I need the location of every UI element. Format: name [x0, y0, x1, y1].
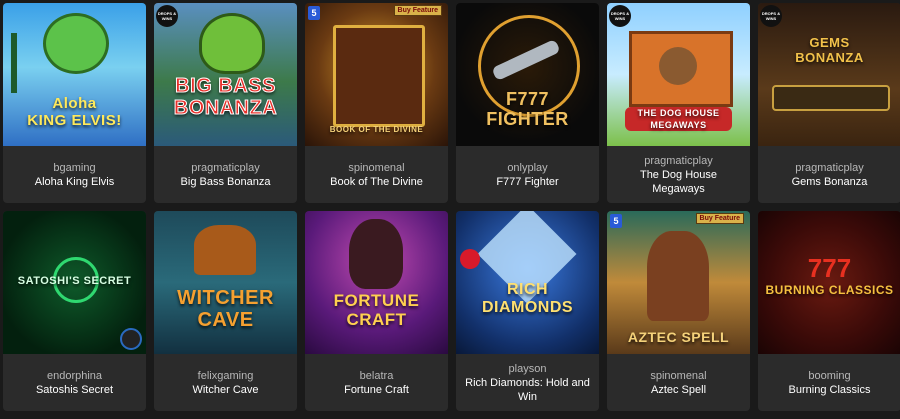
- game-card[interactable]: DROPS & WINS GEMS BONANZA pragmaticplay …: [758, 3, 900, 203]
- game-logo-art: AZTEC SPELL: [627, 329, 730, 345]
- game-name: Satoshis Secret: [35, 383, 114, 396]
- game-thumbnail[interactable]: Aloha KING ELVIS!: [3, 3, 146, 146]
- game-thumbnail[interactable]: RICH DIAMONDS: [456, 211, 599, 354]
- game-thumbnail[interactable]: 5 Buy Feature BOOK OF THE DIVINE: [305, 3, 448, 146]
- game-thumbnail[interactable]: 777 BURNING CLASSICS: [758, 211, 900, 354]
- game-info: bgaming Aloha King Elvis: [3, 146, 146, 203]
- game-info: pragmaticplay Big Bass Bonanza: [154, 146, 297, 203]
- game-info: pragmaticplay Gems Bonanza: [758, 146, 900, 203]
- game-name: Burning Classics: [788, 383, 871, 396]
- game-thumbnail[interactable]: WITCHER CAVE: [154, 211, 297, 354]
- game-name: Fortune Craft: [344, 383, 409, 396]
- book-icon: [333, 25, 425, 127]
- game-info: spinomenal Book of The Divine: [305, 146, 448, 203]
- drops-wins-badge: DROPS & WINS: [760, 5, 782, 27]
- game-thumbnail[interactable]: 5 Buy Feature AZTEC SPELL: [607, 211, 750, 354]
- game-logo-art: FORTUNE CRAFT: [333, 291, 420, 329]
- aztec-warrior-icon: [647, 231, 709, 321]
- game-thumbnail[interactable]: DROPS & WINS GEMS BONANZA: [758, 3, 900, 146]
- game-card[interactable]: SATOSHI'S SECRET endorphina Satoshis Sec…: [3, 211, 146, 411]
- game-info: endorphina Satoshis Secret: [3, 354, 146, 411]
- game-logo-art: WITCHER CAVE: [177, 287, 274, 331]
- game-name: Big Bass Bonanza: [180, 175, 271, 188]
- game-card[interactable]: 777 BURNING CLASSICS booming Burning Cla…: [758, 211, 900, 411]
- game-provider: felixgaming: [197, 369, 254, 382]
- game-card[interactable]: F777 FIGHTER onlyplay F777 Fighter: [456, 3, 599, 203]
- game-info: onlyplay F777 Fighter: [456, 146, 599, 203]
- game-info: pragmaticplay The Dog House Megaways: [607, 146, 750, 203]
- game-logo-art: BURNING CLASSICS: [765, 283, 894, 297]
- game-info: booming Burning Classics: [758, 354, 900, 411]
- game-provider: playson: [508, 362, 547, 375]
- game-name: The Dog House Megaways: [639, 168, 718, 195]
- game-name: Gems Bonanza: [791, 175, 868, 188]
- game-provider: booming: [808, 369, 851, 382]
- game-logo-art: SATOSHI'S SECRET: [17, 275, 132, 287]
- game-logo-art: THE DOG HOUSE MEGAWAYS: [625, 107, 732, 131]
- game-name: Aztec Spell: [650, 383, 707, 396]
- game-logo-art: F777 FIGHTER: [486, 89, 569, 129]
- game-card[interactable]: FORTUNE CRAFT belatra Fortune Craft: [305, 211, 448, 411]
- provider-logo-icon: [120, 328, 142, 350]
- game-provider: pragmaticplay: [795, 161, 864, 174]
- game-provider: pragmaticplay: [644, 154, 713, 167]
- game-provider: belatra: [359, 369, 394, 382]
- game-info: belatra Fortune Craft: [305, 354, 448, 411]
- game-provider: spinomenal: [348, 161, 405, 174]
- game-thumbnail[interactable]: F777 FIGHTER: [456, 3, 599, 146]
- game-card[interactable]: 5 Buy Feature BOOK OF THE DIVINE spinome…: [305, 3, 448, 203]
- frog-character-icon: [43, 13, 109, 74]
- game-card[interactable]: DROPS & WINS BIG BASS BONANZA pragmaticp…: [154, 3, 297, 203]
- game-provider: endorphina: [46, 369, 103, 382]
- game-logo-art: RICH DIAMONDS: [481, 281, 574, 316]
- provider-badge: 5: [308, 6, 320, 20]
- game-provider: onlyplay: [507, 161, 548, 174]
- dog-icon: [659, 47, 697, 85]
- game-thumbnail[interactable]: FORTUNE CRAFT: [305, 211, 448, 354]
- game-card[interactable]: DROPS & WINS THE DOG HOUSE MEGAWAYS prag…: [607, 3, 750, 203]
- game-thumbnail[interactable]: SATOSHI'S SECRET: [3, 211, 146, 354]
- game-thumbnail[interactable]: DROPS & WINS BIG BASS BONANZA: [154, 3, 297, 146]
- game-card[interactable]: WITCHER CAVE felixgaming Witcher Cave: [154, 211, 297, 411]
- drops-wins-badge: DROPS & WINS: [156, 5, 178, 27]
- game-name: Book of The Divine: [330, 175, 423, 188]
- horns-icon: [194, 225, 256, 275]
- game-logo-art: GEMS BONANZA: [795, 35, 864, 65]
- game-name: Witcher Cave: [192, 383, 259, 396]
- game-provider: pragmaticplay: [191, 161, 260, 174]
- provider-badge: 5: [610, 214, 622, 228]
- drops-wins-badge: DROPS & WINS: [609, 5, 631, 27]
- game-name: F777 Fighter: [496, 175, 559, 188]
- game-provider: bgaming: [53, 161, 96, 174]
- fish-character-icon: [199, 13, 265, 74]
- game-logo-art: BOOK OF THE DIVINE: [329, 125, 424, 134]
- game-card[interactable]: Aloha KING ELVIS! bgaming Aloha King Elv…: [3, 3, 146, 203]
- palm-icon: [11, 33, 17, 93]
- game-card[interactable]: RICH DIAMONDS playson Rich Diamonds: Hol…: [456, 211, 599, 411]
- sevens-icon: 777: [807, 253, 852, 283]
- game-info: felixgaming Witcher Cave: [154, 354, 297, 411]
- game-thumbnail[interactable]: DROPS & WINS THE DOG HOUSE MEGAWAYS: [607, 3, 750, 146]
- game-card[interactable]: 5 Buy Feature AZTEC SPELL spinomenal Azt…: [607, 211, 750, 411]
- game-grid: Aloha KING ELVIS! bgaming Aloha King Elv…: [0, 0, 900, 411]
- gems-row-icon: [772, 85, 890, 111]
- buy-feature-badge: Buy Feature: [695, 213, 744, 224]
- character-portrait-icon: [349, 219, 403, 289]
- game-name: Aloha King Elvis: [34, 175, 115, 188]
- buy-feature-badge: Buy Feature: [393, 5, 442, 16]
- game-logo-art: Aloha KING ELVIS!: [27, 95, 122, 129]
- cherry-icon: [460, 249, 480, 269]
- game-provider: spinomenal: [650, 369, 707, 382]
- game-logo-art: BIG BASS BONANZA: [173, 75, 278, 120]
- game-info: playson Rich Diamonds: Hold and Win: [456, 354, 599, 411]
- game-name: Rich Diamonds: Hold and Win: [465, 376, 590, 403]
- game-info: spinomenal Aztec Spell: [607, 354, 750, 411]
